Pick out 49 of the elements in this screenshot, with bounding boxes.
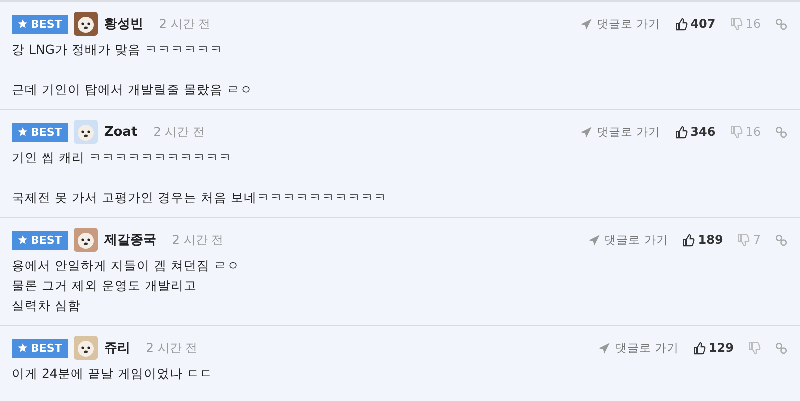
comment-text: 이게 24분에 끝날 게임이었나 ㄷㄷ: [12, 365, 214, 383]
comment-time: 2 시간 전: [172, 232, 224, 248]
comment-time: 2 시간 전: [146, 340, 198, 356]
send-icon: [598, 342, 612, 354]
star-icon: [18, 19, 28, 29]
link-icon[interactable]: [775, 126, 788, 138]
thumbs-down-icon: [748, 342, 761, 354]
best-badge: BEST: [12, 14, 68, 34]
thumbs-down-icon: [737, 234, 750, 246]
goto-reply-link[interactable]: 댓글로 가기: [580, 124, 661, 140]
best-badge: BEST: [12, 230, 68, 250]
goto-reply-link[interactable]: 댓글로 가기: [580, 16, 661, 32]
send-icon: [588, 234, 601, 246]
comment-time: 2 시간 전: [159, 16, 211, 32]
thumbs-up-icon: [674, 18, 688, 30]
link-icon[interactable]: [775, 18, 788, 30]
goto-reply-link[interactable]: 댓글로 가기: [598, 340, 679, 356]
thumbs-up-icon: [674, 126, 688, 138]
author-name[interactable]: 황성빈: [104, 15, 144, 33]
thumbs-down-icon: [730, 126, 743, 138]
like-button[interactable]: 189: [682, 233, 724, 247]
like-button[interactable]: 407: [674, 17, 716, 31]
link-icon[interactable]: [775, 342, 788, 354]
comment-time: 2 시간 전: [154, 124, 205, 140]
avatar-icon: [74, 120, 98, 144]
send-icon: [580, 18, 593, 30]
like-button[interactable]: 346: [674, 125, 716, 139]
author-name[interactable]: Zoat: [104, 124, 138, 140]
best-badge: BEST: [12, 122, 68, 142]
star-icon: [18, 127, 28, 137]
best-badge: BEST: [12, 338, 68, 358]
comment-text: 기인 씹 캐리 ㅋㅋㅋㅋㅋㅋㅋㅋㅋㅋㅋ 국제전 못 가서 고평가인 경우는 처음 보네ㅋㅋㅋㅋㅋㅋㅋㅋㅋㅋ: [12, 149, 388, 207]
star-icon: [18, 235, 28, 245]
avatar-icon: [74, 12, 98, 36]
comment-text: 강 LNG가 정배가 맞음 ㅋㅋㅋㅋㅋㅋ 근데 기인이 탑에서 개발릴줄 몰랐음 ㄹㅇ: [12, 41, 254, 99]
author-name[interactable]: 쥬리: [104, 339, 130, 357]
link-icon[interactable]: [775, 234, 788, 246]
send-icon: [580, 126, 593, 138]
thumbs-up-icon: [682, 234, 696, 246]
goto-reply-link[interactable]: 댓글로 가기: [588, 232, 668, 248]
avatar-icon: [74, 336, 98, 360]
author-name[interactable]: 제갈종국: [104, 231, 156, 249]
avatar-icon: [74, 228, 98, 252]
thumbs-up-icon: [692, 342, 706, 354]
like-button[interactable]: 129: [692, 341, 734, 355]
comment-text: 용에서 안일하게 지들이 겜 쳐던짐 ㄹㅇ 물론 그거 제외 운영도 개발리고 실력차 심함: [12, 257, 241, 315]
thumbs-down-icon: [730, 18, 743, 30]
star-icon: [18, 343, 28, 353]
dislike-button[interactable]: [748, 342, 761, 354]
